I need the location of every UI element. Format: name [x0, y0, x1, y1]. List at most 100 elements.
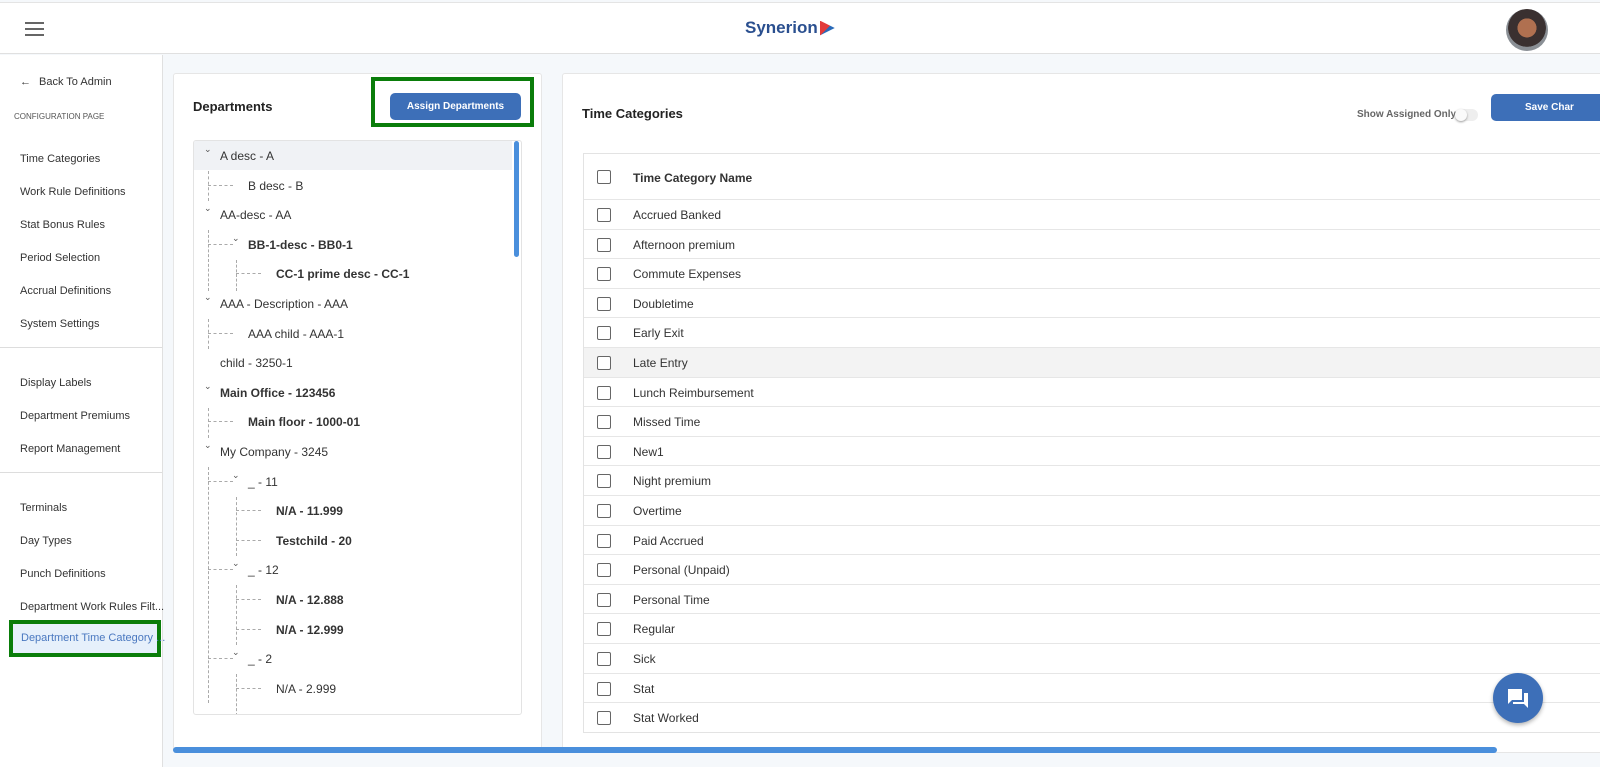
- sidebar-item[interactable]: Department Premiums: [20, 410, 130, 422]
- tree-scrollbar[interactable]: [514, 141, 519, 257]
- row-checkbox[interactable]: [597, 415, 611, 430]
- table-row[interactable]: Early Exit: [584, 318, 1600, 348]
- assign-departments-button[interactable]: Assign Departments: [390, 93, 521, 120]
- tree-node[interactable]: Main floor - 1000-01: [194, 407, 512, 436]
- tree-node[interactable]: Testchild - 20: [194, 526, 512, 555]
- sidebar-item[interactable]: Time Categories: [20, 153, 100, 165]
- tree-node[interactable]: AAA child - AAA-1: [194, 319, 512, 348]
- logo-mark-icon: [819, 20, 835, 36]
- tree-node[interactable]: ⌄ _ - 2: [194, 644, 512, 673]
- chevron-down-icon[interactable]: ⌄: [204, 381, 212, 392]
- sidebar-item[interactable]: Day Types: [20, 535, 72, 547]
- tree-node-label: Main floor - 1000-01: [248, 415, 361, 430]
- tree-node[interactable]: N/A - 2.999: [194, 674, 512, 703]
- table-row[interactable]: Sick: [584, 644, 1600, 674]
- tree-guide-line: [208, 171, 209, 201]
- row-checkbox[interactable]: [597, 563, 611, 578]
- chevron-down-icon[interactable]: ⌄: [232, 470, 240, 481]
- divider: [0, 472, 162, 473]
- table-row[interactable]: Missed Time: [584, 407, 1600, 437]
- sidebar-item[interactable]: Period Selection: [20, 252, 100, 264]
- chevron-down-icon[interactable]: ⌄: [204, 292, 212, 303]
- sidebar-item[interactable]: Accrual Definitions: [20, 285, 111, 297]
- sidebar-item[interactable]: Department Work Rules Filt...: [20, 601, 164, 613]
- table-row[interactable]: Regular: [584, 614, 1600, 644]
- time-category-name: New1: [633, 444, 664, 459]
- table-row[interactable]: Stat: [584, 674, 1600, 704]
- row-checkbox[interactable]: [597, 444, 611, 459]
- tree-node[interactable]: B desc - B: [194, 171, 512, 200]
- row-checkbox[interactable]: [597, 681, 611, 696]
- tree-node[interactable]: ⌄ My Company - 3245: [194, 437, 512, 466]
- chevron-down-icon[interactable]: ⌄: [204, 440, 212, 451]
- chevron-down-icon[interactable]: ⌄: [204, 203, 212, 214]
- sidebar-item[interactable]: System Settings: [20, 318, 99, 330]
- chevron-down-icon[interactable]: ⌄: [232, 558, 240, 569]
- hamburger-icon[interactable]: [25, 22, 44, 36]
- chevron-down-icon[interactable]: ⌄: [204, 144, 212, 155]
- back-to-admin-link[interactable]: ← Back To Admin: [20, 76, 112, 88]
- time-categories-table: Time Category Name Accrued Banked Afterno…: [583, 153, 1600, 733]
- tree-guide-line: [236, 585, 237, 645]
- row-checkbox[interactable]: [597, 504, 611, 518]
- horizontal-scrollbar[interactable]: [173, 747, 1497, 753]
- row-checkbox[interactable]: [597, 326, 611, 341]
- tree-node[interactable]: ⌄ A desc - A: [194, 141, 512, 170]
- tree-node[interactable]: N/A - 11.999: [194, 496, 512, 525]
- table-row[interactable]: Personal (Unpaid): [584, 555, 1600, 585]
- row-checkbox[interactable]: [597, 356, 611, 370]
- tree-node[interactable]: ⌄ AA-desc - AA: [194, 200, 512, 229]
- row-checkbox[interactable]: [597, 296, 611, 311]
- sidebar-item[interactable]: Stat Bonus Rules: [20, 219, 105, 231]
- row-checkbox[interactable]: [597, 711, 611, 726]
- back-label: Back To Admin: [39, 76, 112, 88]
- table-row[interactable]: Doubletime: [584, 289, 1600, 319]
- row-checkbox[interactable]: [597, 237, 611, 252]
- select-all-checkbox[interactable]: [597, 170, 611, 184]
- tree-guide-line: [236, 497, 237, 556]
- tree-node[interactable]: N/A - 12.888: [194, 585, 512, 614]
- row-checkbox[interactable]: [597, 533, 611, 548]
- sidebar-item-department-time-category[interactable]: Department Time Category ...: [9, 620, 165, 657]
- table-row[interactable]: Commute Expenses: [584, 259, 1600, 289]
- row-checkbox[interactable]: [597, 267, 611, 282]
- chevron-down-icon[interactable]: ⌄: [232, 647, 240, 658]
- chat-button[interactable]: [1493, 673, 1543, 723]
- tree-node[interactable]: ⌄ _ - 11: [194, 467, 512, 496]
- tree-node[interactable]: ⌄ BB-1-desc - BB0-1: [194, 230, 512, 259]
- row-checkbox[interactable]: [597, 622, 611, 637]
- table-row[interactable]: Night premium: [584, 466, 1600, 496]
- table-row[interactable]: Afternoon premium: [584, 230, 1600, 260]
- sidebar-item[interactable]: Terminals: [20, 502, 67, 514]
- row-checkbox[interactable]: [597, 592, 611, 607]
- sidebar-item[interactable]: Punch Definitions: [20, 568, 106, 580]
- show-assigned-toggle[interactable]: [1455, 109, 1478, 121]
- save-changes-button[interactable]: Save Char: [1491, 94, 1600, 121]
- sidebar-item[interactable]: Report Management: [20, 443, 120, 455]
- table-row[interactable]: Paid Accrued: [584, 526, 1600, 556]
- tree-node[interactable]: ⌄ AAA - Description - AAA: [194, 289, 512, 318]
- table-row[interactable]: New1: [584, 437, 1600, 467]
- tree-node[interactable]: child - 3250-1: [194, 348, 512, 377]
- tree-node-label: B desc - B: [248, 178, 304, 193]
- tree-node-label: CC-1 prime desc - CC-1: [276, 267, 410, 282]
- tree-node[interactable]: CC-1 prime desc - CC-1: [194, 259, 512, 288]
- row-checkbox[interactable]: [597, 208, 611, 222]
- row-checkbox[interactable]: [597, 474, 611, 489]
- sidebar-item[interactable]: Display Labels: [20, 377, 92, 389]
- table-row[interactable]: Lunch Reimbursement: [584, 378, 1600, 408]
- chevron-down-icon[interactable]: ⌄: [232, 233, 240, 244]
- row-checkbox[interactable]: [597, 652, 611, 666]
- table-row[interactable]: Accrued Banked: [584, 200, 1600, 230]
- avatar[interactable]: [1506, 9, 1548, 51]
- row-checkbox[interactable]: [597, 385, 611, 400]
- tree-node[interactable]: ⌄ _ - 12: [194, 555, 512, 584]
- tree-node[interactable]: ⌄ Main Office - 123456: [194, 378, 512, 407]
- sidebar-item[interactable]: Work Rule Definitions: [20, 186, 126, 198]
- table-row[interactable]: Late Entry: [584, 348, 1600, 378]
- table-row[interactable]: Personal Time: [584, 585, 1600, 615]
- show-assigned-label: Show Assigned Only: [1357, 109, 1457, 120]
- table-row[interactable]: Stat Worked: [584, 703, 1600, 732]
- table-row[interactable]: Overtime: [584, 496, 1600, 526]
- tree-node[interactable]: N/A - 12.999: [194, 615, 512, 644]
